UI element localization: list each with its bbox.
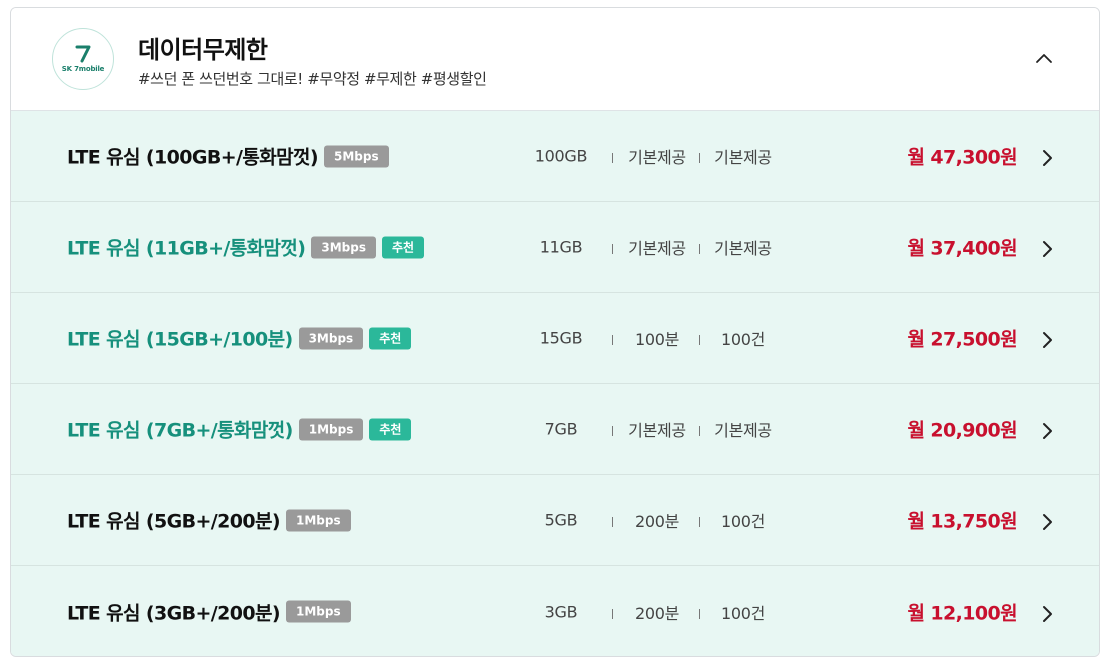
chevron-right-icon[interactable] xyxy=(1039,420,1055,442)
divider xyxy=(699,608,700,619)
chevron-right-icon[interactable] xyxy=(1039,147,1055,169)
plan-row[interactable]: LTE 유심 (100GB+/통화맘껏) 5Mbps 100GB 기본제공 기본제공 월 … xyxy=(11,111,1099,202)
chevron-up-icon[interactable] xyxy=(1033,48,1055,70)
plan-name-group: LTE 유심 (11GB+/통화맘껏) 3Mbps 추천 xyxy=(67,234,425,261)
plan-name-group: LTE 유심 (15GB+/100분) 3Mbps 추천 xyxy=(67,325,412,352)
plan-price: 월 27,500원 xyxy=(907,328,1018,351)
plan-name-group: LTE 유심 (5GB+/200분) 1Mbps xyxy=(67,507,351,534)
plan-name: LTE 유심 (7GB+/통화맘껏) xyxy=(67,419,293,442)
speed-badge: 1Mbps xyxy=(285,600,351,623)
seven-logo-icon xyxy=(75,45,91,63)
chevron-right-icon[interactable] xyxy=(1039,238,1055,260)
recommend-badge: 추천 xyxy=(381,236,425,258)
plan-sms: 기본제공 xyxy=(714,239,772,258)
plan-data: 15GB xyxy=(539,328,583,348)
divider xyxy=(612,153,613,163)
plan-data: 11GB xyxy=(539,237,583,257)
plan-sms: 기본제공 xyxy=(714,148,772,167)
plan-name-group: LTE 유심 (3GB+/200분) 1Mbps xyxy=(67,598,351,625)
plan-voice: 기본제공 xyxy=(628,421,686,440)
divider xyxy=(612,608,613,619)
plan-price: 월 13,750원 xyxy=(907,510,1018,533)
plan-list: LTE 유심 (100GB+/통화맘껏) 5Mbps 100GB 기본제공 기본제공 월 … xyxy=(11,111,1099,656)
chevron-right-icon[interactable] xyxy=(1039,603,1055,625)
plan-row[interactable]: LTE 유심 (7GB+/통화맘껏) 1Mbps 추천 7GB 기본제공 기본제공 월 20… xyxy=(11,384,1099,475)
logo-text: SK 7mobile xyxy=(61,65,105,73)
plan-row[interactable]: LTE 유심 (5GB+/200분) 1Mbps 5GB 200분 100건 월 13,7… xyxy=(11,475,1099,566)
hashtags: #쓰던 폰 쓰던번호 그대로! #무약정 #무제한 #평생할인 xyxy=(138,70,487,88)
divider xyxy=(699,426,700,436)
speed-badge: 1Mbps xyxy=(285,509,351,531)
plan-data: 7GB xyxy=(544,419,578,439)
speed-badge: 5Mbps xyxy=(323,145,389,167)
sk7mobile-logo: SK 7mobile xyxy=(52,28,114,90)
plan-sms: 100건 xyxy=(720,330,766,349)
plan-sms: 100건 xyxy=(720,512,766,531)
divider xyxy=(612,517,613,527)
plan-sms: 기본제공 xyxy=(714,421,772,440)
plan-name: LTE 유심 (100GB+/통화맘껏) xyxy=(67,146,319,169)
plan-name-group: LTE 유심 (7GB+/통화맘껏) 1Mbps 추천 xyxy=(67,416,412,443)
page-title: 데이터무제한 xyxy=(138,36,268,64)
plan-voice: 기본제공 xyxy=(628,239,686,258)
speed-badge: 3Mbps xyxy=(298,327,364,349)
plan-data: 100GB xyxy=(534,146,588,166)
divider xyxy=(699,517,700,527)
divider xyxy=(612,244,613,254)
plan-name: LTE 유심 (15GB+/100분) xyxy=(67,328,293,351)
divider xyxy=(699,335,700,345)
recommend-badge: 추천 xyxy=(369,418,412,440)
plan-price: 월 20,900원 xyxy=(907,419,1018,442)
plan-price: 월 37,400원 xyxy=(907,237,1018,260)
divider xyxy=(699,153,700,163)
divider xyxy=(612,426,613,436)
plan-name-group: LTE 유심 (100GB+/통화맘껏) 5Mbps xyxy=(67,143,389,170)
plan-sms: 100건 xyxy=(720,603,766,623)
divider xyxy=(699,244,700,254)
plan-name: LTE 유심 (5GB+/200분) xyxy=(67,510,281,533)
plan-voice: 100분 xyxy=(634,330,680,349)
plan-name: LTE 유심 (11GB+/통화맘껏) xyxy=(67,237,306,260)
plan-name: LTE 유심 (3GB+/200분) xyxy=(67,602,281,624)
plan-row[interactable]: LTE 유심 (15GB+/100분) 3Mbps 추천 15GB 100분 100건 월 … xyxy=(11,293,1099,384)
chevron-right-icon[interactable] xyxy=(1039,329,1055,351)
plan-row[interactable]: LTE 유심 (11GB+/통화맘껏) 3Mbps 추천 11GB 기본제공 기본제공 월 … xyxy=(11,202,1099,293)
recommend-badge: 추천 xyxy=(369,327,412,349)
plan-voice: 200분 xyxy=(634,512,680,531)
chevron-right-icon[interactable] xyxy=(1039,511,1055,533)
plan-data: 5GB xyxy=(544,510,578,530)
speed-badge: 3Mbps xyxy=(311,236,376,258)
plan-price: 월 12,100원 xyxy=(907,602,1018,624)
plan-voice: 기본제공 xyxy=(628,148,686,167)
plan-voice: 200분 xyxy=(634,603,680,623)
plan-row[interactable]: LTE 유심 (3GB+/200분) 1Mbps 3GB 200분 100건 월 12,1… xyxy=(11,566,1099,656)
divider xyxy=(612,335,613,345)
plan-header[interactable]: SK 7mobile 데이터무제한 #쓰던 폰 쓰던번호 그대로! #무약정 #… xyxy=(11,8,1099,111)
speed-badge: 1Mbps xyxy=(298,418,364,440)
plan-card: SK 7mobile 데이터무제한 #쓰던 폰 쓰던번호 그대로! #무약정 #… xyxy=(10,7,1100,657)
plan-price: 월 47,300원 xyxy=(907,146,1018,169)
plan-data: 3GB xyxy=(544,602,578,621)
